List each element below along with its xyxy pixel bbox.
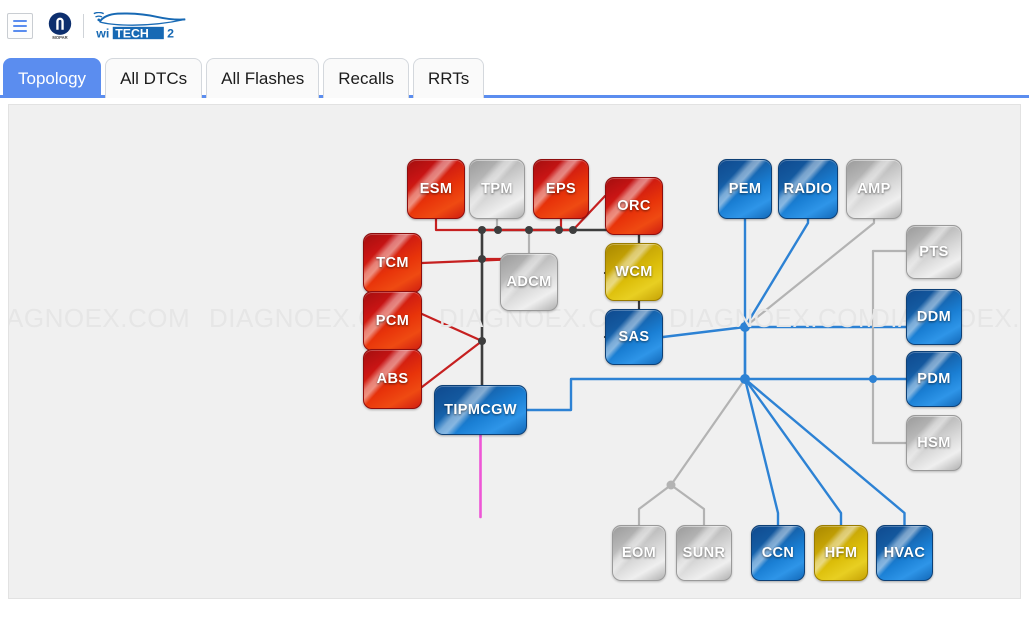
hamburger-bar-3 [13, 30, 27, 32]
bus-junction-6 [478, 337, 486, 345]
hamburger-bar-2 [13, 25, 27, 27]
watermark-text: DIAGNOEX.COM [9, 303, 191, 333]
bus-junction-4 [569, 226, 577, 234]
module-node-hsm[interactable]: HSM [906, 415, 962, 471]
bus-junction-1 [494, 226, 502, 234]
tab-all-flashes[interactable]: All Flashes [206, 58, 320, 98]
link-sunr [669, 483, 706, 527]
witech-2-logo: wi TECH 2 [93, 12, 186, 40]
module-node-sas[interactable]: SAS [605, 309, 663, 365]
tab-topology[interactable]: Topology [3, 58, 102, 98]
link-hvac [743, 377, 906, 527]
module-node-esm[interactable]: ESM [407, 159, 465, 219]
module-label: TIPMCGW [444, 402, 517, 418]
module-node-abs[interactable]: ABS [363, 349, 422, 409]
module-node-wcm[interactable]: WCM [605, 243, 663, 301]
module-node-sunr[interactable]: SUNR [676, 525, 732, 581]
hamburger-bar-1 [13, 20, 27, 22]
module-node-orc[interactable]: ORC [605, 177, 663, 235]
module-node-adcm[interactable]: ADCM [500, 253, 558, 311]
svg-text:MOPAR: MOPAR [52, 35, 67, 40]
module-label: TCM [376, 255, 409, 271]
module-label: ESM [419, 181, 453, 197]
module-label: PEM [728, 181, 762, 197]
tab-all-dtcs[interactable]: All DTCs [105, 58, 203, 98]
module-label: ABS [376, 371, 409, 387]
module-node-tpm[interactable]: TPM [469, 159, 525, 219]
module-label: DDM [916, 309, 952, 325]
module-label: CCN [761, 545, 795, 561]
module-node-tipmcgw[interactable]: TIPMCGW [434, 385, 527, 435]
bus-junction-3 [555, 226, 563, 234]
module-label: AMP [857, 181, 891, 197]
module-node-pts[interactable]: PTS [906, 225, 962, 279]
module-node-ccn[interactable]: CCN [751, 525, 805, 581]
app-header: MOPAR wi TECH 2 [0, 0, 1029, 52]
brand-divider [83, 14, 84, 38]
module-node-hvac[interactable]: HVAC [876, 525, 933, 581]
link-abs [420, 339, 484, 389]
module-label: ORC [617, 198, 651, 214]
module-label: EOM [621, 545, 657, 561]
module-label: SUNR [682, 545, 726, 561]
module-node-radio[interactable]: RADIO [778, 159, 838, 219]
blue-hub-lower [740, 374, 750, 384]
module-label: EPS [545, 181, 577, 197]
module-label: PCM [375, 313, 410, 329]
watermark-text: DIAGNOEX.COM [669, 303, 881, 333]
module-label: PDM [917, 371, 951, 387]
bus-junction-0 [478, 226, 486, 234]
module-node-eps[interactable]: EPS [533, 159, 589, 219]
topology-canvas[interactable]: DIAGNOEX.COMDIAGNOEX.COMDIAGNOEX.COMDIAG… [8, 104, 1021, 599]
bus-junction-2 [525, 226, 533, 234]
module-label: HVAC [883, 545, 926, 561]
module-label: PTS [919, 244, 949, 260]
tab-recalls[interactable]: Recalls [323, 58, 410, 98]
svg-text:2: 2 [167, 27, 174, 40]
module-label: SAS [618, 329, 650, 345]
bus-node-body-branch [666, 480, 676, 490]
mopar-logo: MOPAR [48, 12, 72, 40]
module-label: HSM [917, 435, 951, 451]
module-node-tcm[interactable]: TCM [363, 233, 422, 293]
module-node-hfm[interactable]: HFM [814, 525, 868, 581]
link-eom [637, 483, 673, 527]
svg-text:TECH: TECH [115, 27, 149, 40]
tab-bar: Topology All DTCs All Flashes Recalls RRTs [0, 52, 1029, 98]
bus-node-pdm-tap [869, 375, 877, 383]
module-node-pem[interactable]: PEM [718, 159, 772, 219]
module-label: RADIO [783, 181, 833, 197]
svg-text:wi: wi [95, 27, 109, 40]
module-node-eom[interactable]: EOM [612, 525, 666, 581]
module-node-pcm[interactable]: PCM [363, 291, 422, 351]
hamburger-menu-button[interactable] [7, 13, 33, 39]
brand-area: MOPAR wi TECH 2 [46, 11, 190, 41]
link-hfm [743, 377, 843, 527]
module-label: HFM [824, 545, 858, 561]
module-label: ADCM [506, 274, 552, 290]
tab-rrts[interactable]: RRTs [413, 58, 485, 98]
link-esm [434, 217, 575, 232]
module-label: TPM [481, 181, 513, 197]
module-node-ddm[interactable]: DDM [906, 289, 962, 345]
bus-junction-5 [478, 255, 486, 263]
link-tipmcgw-hub [525, 377, 747, 412]
module-label: WCM [615, 264, 653, 280]
module-node-pdm[interactable]: PDM [906, 351, 962, 407]
link-body-branch [669, 377, 747, 487]
module-node-amp[interactable]: AMP [846, 159, 902, 219]
